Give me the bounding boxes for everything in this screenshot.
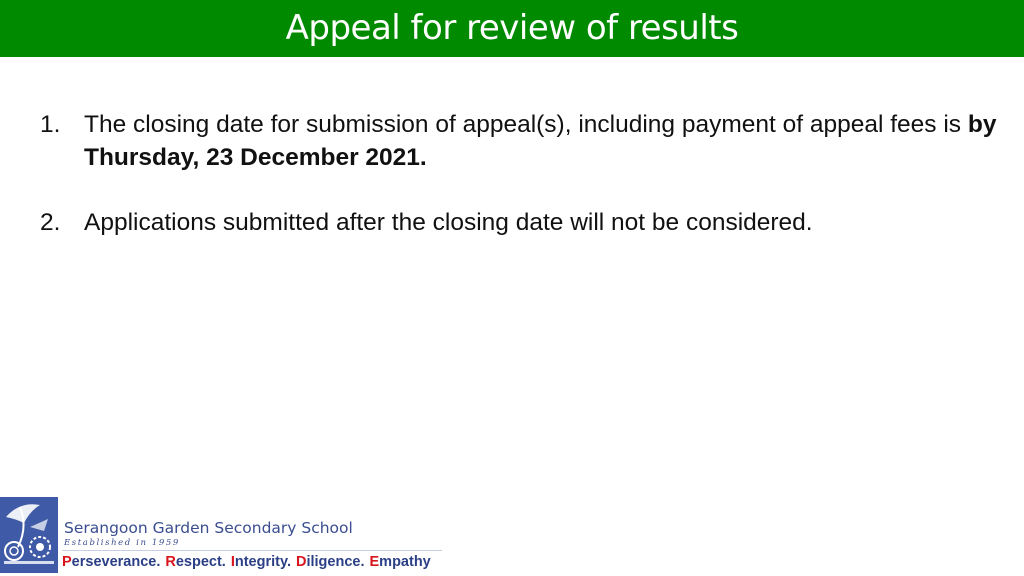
list-item-1: 1. The closing date for submission of ap… [40, 108, 1010, 174]
list-item-2: 2. Applications submitted after the clos… [40, 206, 1010, 239]
item-number: 2. [40, 209, 61, 236]
school-values: Perseverance. Respect. Integrity. Dilige… [62, 550, 442, 572]
value-perseverance: Perseverance. [62, 553, 161, 570]
school-footer: Serangoon Garden Secondary School Establ… [0, 497, 460, 576]
title-bar: Appeal for review of results [0, 0, 1024, 57]
value-respect: Respect. [165, 553, 226, 570]
school-name: Serangoon Garden Secondary School [64, 519, 353, 537]
slide-title: Appeal for review of results [285, 7, 739, 48]
item-number: 1. [40, 111, 61, 138]
item-text: The closing date for submission of appea… [84, 108, 1010, 174]
value-integrity: Integrity. [230, 553, 291, 570]
school-crest-icon [0, 497, 58, 573]
slide-content: 1. The closing date for submission of ap… [40, 108, 1010, 239]
established-tagline: Established in 1959 [64, 538, 180, 548]
item-text: Applications submitted after the closing… [84, 209, 813, 236]
item-text-regular: The closing date for submission of appea… [84, 111, 968, 138]
value-diligence: Diligence. [295, 553, 365, 570]
value-empathy: Empathy [369, 553, 431, 570]
